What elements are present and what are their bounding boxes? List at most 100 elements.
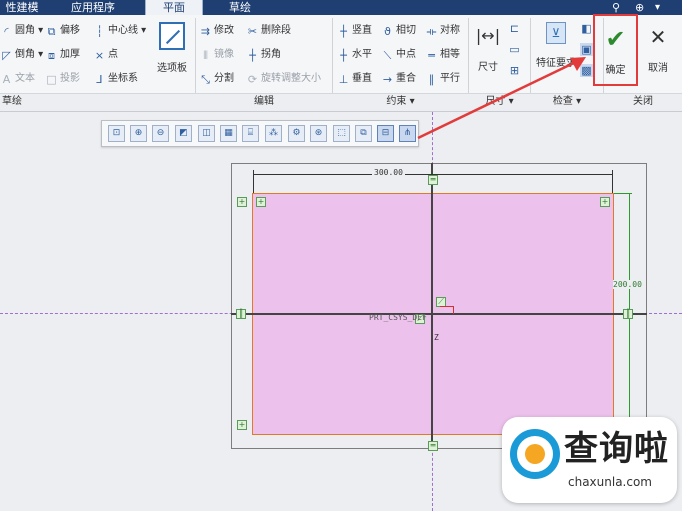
zoom-out-icon[interactable]: ⊖ bbox=[152, 125, 169, 142]
midpoint-icon: ⟍ bbox=[383, 48, 392, 62]
modify-label: 修改 bbox=[214, 25, 234, 36]
sketch-tools-col2: ⧉ 偏移 ⧈ 加厚 □ 投影 bbox=[45, 22, 80, 88]
close-icon: ✕ bbox=[649, 25, 667, 49]
chamfer-label: 倒角 ▾ bbox=[15, 49, 44, 60]
width-extension-left bbox=[253, 170, 254, 193]
ribbon-tab-bar: 性建模 应用程序 平面 草绘 ⚲ ⊕ ▾ bbox=[0, 0, 682, 15]
thicken-icon: ⧈ bbox=[48, 48, 55, 62]
horizontal-constraint-marker[interactable]: ═ bbox=[428, 175, 438, 185]
highlight-open-ends-icon[interactable]: ◧ bbox=[580, 22, 593, 35]
constraint-display-icon[interactable]: ⊟ bbox=[377, 125, 394, 142]
modify-button[interactable]: ⇉ 修改 bbox=[199, 22, 234, 40]
view-manager-icon[interactable]: ⌸ bbox=[242, 125, 259, 142]
group-label-sketch: 草绘 bbox=[2, 96, 22, 107]
text-icon: A bbox=[2, 72, 11, 86]
tab-applications[interactable]: 应用程序 bbox=[52, 0, 134, 15]
search-logo-icon bbox=[510, 429, 560, 479]
vertical-constraint-marker[interactable]: ║ bbox=[623, 309, 633, 319]
refit-icon[interactable]: ⊡ bbox=[108, 125, 125, 142]
width-dimension-value[interactable]: 300.00 bbox=[372, 168, 405, 177]
height-dimension-value[interactable]: 200.00 bbox=[613, 280, 642, 289]
chamfer-button[interactable]: ◸ 倒角 ▾ bbox=[0, 46, 43, 64]
sketch-tools-col3: ┆ 中心线 ▾ × 点 ⅃ 坐标系 bbox=[93, 22, 146, 88]
perpendicular-constraint-marker[interactable]: + bbox=[256, 197, 266, 207]
chevron-down-icon[interactable]: ▾ bbox=[655, 1, 669, 14]
centerline-button[interactable]: ┆ 中心线 ▾ bbox=[93, 22, 146, 40]
spin-center-icon[interactable]: ⊛ bbox=[310, 125, 327, 142]
graphics-toolbar: ⊡ ⊕ ⊖ ◩ ◫ ▦ ⌸ ⁂ ⚙ ⊛ ⬚ ⧉ ⊟ ⋔ bbox=[101, 120, 419, 147]
sketch-view-icon[interactable]: ⬚ bbox=[333, 125, 350, 142]
fillet-button[interactable]: ◜ 圆角 ▾ bbox=[0, 22, 43, 40]
offset-label: 偏移 bbox=[60, 25, 80, 36]
palette-label: 选项板 bbox=[157, 63, 187, 74]
sketch-tools-col1: ◜ 圆角 ▾ ◸ 倒角 ▾ A 文本 bbox=[0, 22, 43, 88]
thicken-button[interactable]: ⧈ 加厚 bbox=[45, 46, 80, 64]
zoom-in-icon[interactable]: ⊕ bbox=[130, 125, 147, 142]
horizontal-constraint-button[interactable]: ┼ 水平 bbox=[337, 46, 372, 64]
tab-sketch[interactable]: 草绘 bbox=[212, 0, 268, 15]
datum-display-icon[interactable]: ⁂ bbox=[265, 125, 282, 142]
repaint-icon[interactable]: ◩ bbox=[175, 125, 192, 142]
point-button[interactable]: × 点 bbox=[93, 46, 146, 64]
perpendicular-constraint-marker[interactable]: + bbox=[600, 197, 610, 207]
rotate-resize-icon: ⟳ bbox=[247, 72, 258, 86]
delete-segment-button[interactable]: ✂ 删除段 bbox=[246, 22, 321, 40]
perimeter-icon[interactable]: ⊏ bbox=[508, 22, 521, 35]
edit-tools-col1: ⇉ 修改 ⫴ 镜像 ⤡ 分割 bbox=[199, 22, 234, 88]
corner-label: 拐角 bbox=[261, 49, 281, 60]
annotation-display-icon[interactable]: ⚙ bbox=[288, 125, 305, 142]
perpendicular-constraint-button[interactable]: ⊥ 垂直 bbox=[337, 70, 372, 88]
horizontal-constraint-marker[interactable]: ═ bbox=[428, 441, 438, 451]
perpendicular-constraint-marker[interactable]: + bbox=[237, 420, 247, 430]
palette-button[interactable]: 选项板 bbox=[154, 22, 190, 74]
mirror-label: 镜像 bbox=[214, 49, 234, 60]
constraints-col1: ┼ 竖直 ┼ 水平 ⊥ 垂直 bbox=[337, 22, 372, 88]
vertical-constraint-marker[interactable]: ║ bbox=[236, 309, 246, 319]
cancel-button[interactable]: ✕ 取消 bbox=[642, 24, 674, 74]
divide-label: 分割 bbox=[214, 73, 234, 84]
csys-label: PRT_CSYS_DEF bbox=[369, 313, 427, 322]
delete-segment-icon: ✂ bbox=[247, 24, 258, 38]
vertical-icon: ┼ bbox=[340, 24, 347, 38]
project-button[interactable]: □ 投影 bbox=[45, 70, 80, 88]
rotate-resize-button[interactable]: ⟳ 旋转调整大小 bbox=[246, 70, 321, 88]
corner-icon: ┼ bbox=[249, 48, 256, 62]
symmetric-label: 对称 bbox=[440, 25, 460, 36]
project-icon: □ bbox=[46, 72, 57, 86]
perpendicular-constraint-marker[interactable]: + bbox=[237, 197, 247, 207]
search-icon[interactable]: ⚲ bbox=[612, 1, 626, 14]
vertical-centerline bbox=[431, 163, 433, 449]
fillet-label: 圆角 ▾ bbox=[15, 25, 44, 36]
point-label: 点 bbox=[108, 49, 118, 60]
corner-button[interactable]: ┼ 拐角 bbox=[246, 46, 321, 64]
tab-modeling[interactable]: 性建模 bbox=[0, 0, 44, 15]
symmetric-constraint-button[interactable]: ⟛ 对称 bbox=[425, 22, 460, 40]
width-extension-right bbox=[612, 170, 613, 193]
watermark-title: 查询啦 bbox=[564, 429, 669, 469]
modify-icon: ⇉ bbox=[200, 24, 211, 38]
sketcher-display-icon[interactable]: ⧉ bbox=[355, 125, 372, 142]
tab-plane[interactable]: 平面 bbox=[145, 0, 203, 15]
vertical-label: 竖直 bbox=[352, 25, 372, 36]
symmetric-icon: ⟛ bbox=[426, 24, 437, 38]
thicken-label: 加厚 bbox=[60, 49, 80, 60]
checkmark-icon: ✔ bbox=[605, 25, 626, 53]
text-button[interactable]: A 文本 bbox=[0, 70, 43, 88]
centerline-icon: ┆ bbox=[96, 24, 103, 38]
chamfer-icon: ◸ bbox=[2, 48, 11, 62]
tangent-icon: ϑ bbox=[384, 24, 391, 38]
offset-button[interactable]: ⧉ 偏移 bbox=[45, 22, 80, 40]
tangent-constraint-button[interactable]: ϑ 相切 bbox=[381, 22, 416, 40]
saved-orientations-icon[interactable]: ▦ bbox=[220, 125, 237, 142]
offset-icon: ⧉ bbox=[47, 24, 56, 38]
group-label-close: 关闭 bbox=[633, 96, 653, 107]
help-icon[interactable]: ⊕ bbox=[635, 1, 649, 14]
csys-button[interactable]: ⅃ 坐标系 bbox=[93, 70, 146, 88]
display-style-icon[interactable]: ◫ bbox=[198, 125, 215, 142]
project-label: 投影 bbox=[60, 73, 80, 84]
vertical-constraint-button[interactable]: ┼ 竖直 bbox=[337, 22, 372, 40]
horizontal-icon: ┼ bbox=[340, 48, 347, 62]
divide-button[interactable]: ⤡ 分割 bbox=[199, 70, 234, 88]
text-label: 文本 bbox=[15, 73, 35, 84]
mirror-button[interactable]: ⫴ 镜像 bbox=[199, 46, 234, 64]
